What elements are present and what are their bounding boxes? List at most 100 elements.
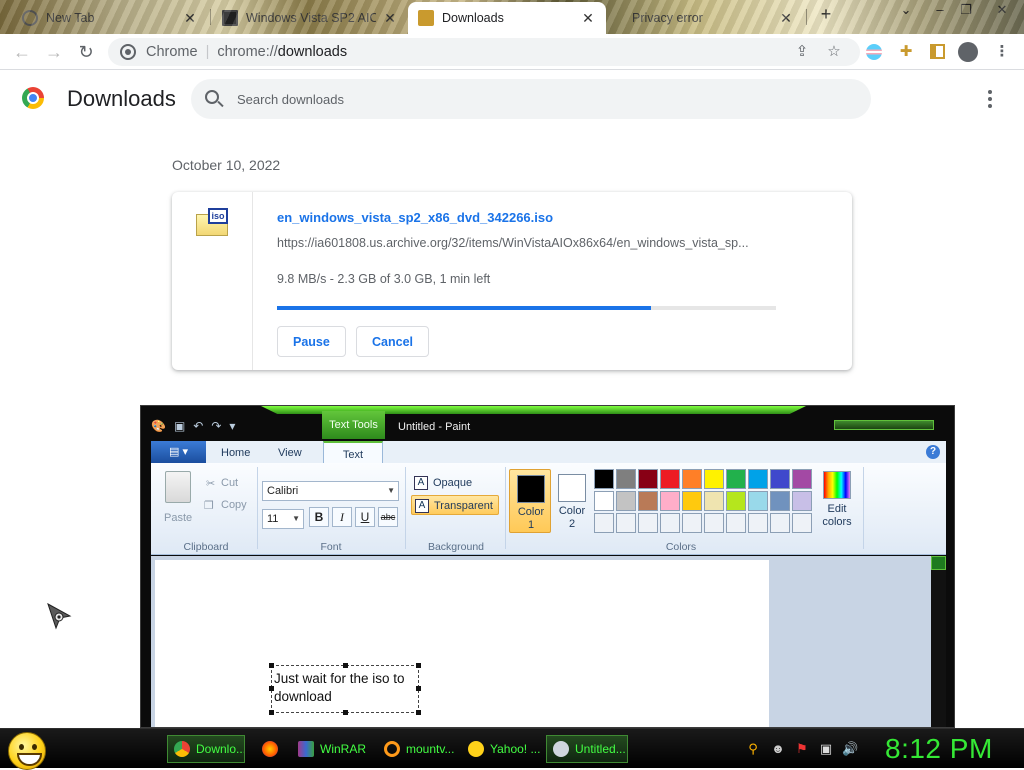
palette-swatch[interactable] — [704, 491, 724, 511]
tab-new-tab[interactable]: New Tab ✕ — [12, 2, 208, 34]
pause-button[interactable]: Pause — [277, 326, 346, 357]
taskbar-item-paint[interactable]: Untitled... — [546, 735, 628, 763]
resize-handle[interactable] — [269, 710, 274, 715]
tab-privacy-error[interactable]: Privacy error ✕ — [606, 2, 804, 34]
window-caption-buttons[interactable] — [834, 420, 934, 430]
window-close-icon[interactable]: ✕ — [990, 2, 1014, 20]
paint-window[interactable]: 🎨 ▣ ↶ ↷ ▾ Text Tools Untitled - Paint ▤ … — [140, 405, 955, 728]
cut-button[interactable]: Cut — [221, 477, 238, 489]
paint-menu-button[interactable]: ▤ ▾ — [151, 441, 206, 463]
palette-swatch[interactable] — [616, 469, 636, 489]
account-avatar-icon[interactable] — [958, 42, 978, 62]
resize-handle[interactable] — [269, 663, 274, 668]
edit-colors-button[interactable]: Edit colors — [819, 471, 855, 535]
resize-handle[interactable] — [269, 686, 274, 691]
tab-home[interactable]: Home — [211, 441, 260, 463]
browser-menu-icon[interactable]: ⋮ — [992, 42, 1012, 62]
address-bar[interactable]: Chrome | chrome:// downloads — [108, 38, 860, 66]
palette-swatch[interactable] — [638, 513, 658, 533]
qat-dropdown-icon[interactable]: ▾ — [229, 419, 235, 433]
redo-icon[interactable]: ↷ — [211, 419, 221, 433]
tab-view[interactable]: View — [268, 441, 312, 463]
vertical-scrollbar[interactable] — [931, 556, 946, 727]
palette-swatch[interactable] — [726, 491, 746, 511]
tab-downloads[interactable]: Downloads ✕ — [408, 2, 606, 34]
taskbar-item-firefox[interactable] — [256, 735, 288, 763]
bold-button[interactable]: B — [309, 507, 329, 527]
save-icon[interactable]: ▣ — [174, 419, 185, 433]
cancel-button[interactable]: Cancel — [356, 326, 429, 357]
tray-action-center-flag-icon[interactable]: ⚑ — [794, 741, 810, 757]
palette-swatch[interactable] — [638, 491, 658, 511]
palette-swatch[interactable] — [682, 469, 702, 489]
taskbar-item-winrar[interactable]: WinRAR — [292, 735, 370, 763]
close-icon[interactable]: ✕ — [182, 10, 198, 27]
palette-swatch[interactable] — [792, 491, 812, 511]
palette-swatch[interactable] — [660, 513, 680, 533]
restore-icon[interactable]: ❐ — [954, 2, 978, 20]
tray-network-icon[interactable]: ▣ — [818, 741, 834, 757]
palette-swatch[interactable] — [770, 513, 790, 533]
tab-text[interactable]: Text — [323, 441, 383, 463]
palette-swatch[interactable] — [616, 491, 636, 511]
tray-search-icon[interactable]: ⚲ — [745, 741, 761, 757]
file-source-url[interactable]: https://ia601808.us.archive.org/32/items… — [277, 236, 777, 250]
transparent-option[interactable]: A Transparent — [411, 495, 499, 515]
resize-handle[interactable] — [416, 710, 421, 715]
palette-swatch[interactable] — [748, 491, 768, 511]
more-actions-icon[interactable] — [980, 88, 1000, 110]
close-icon[interactable]: ✕ — [382, 10, 398, 27]
paste-button-label[interactable]: Paste — [164, 512, 192, 524]
resize-handle[interactable] — [343, 663, 348, 668]
extensions-puzzle-icon[interactable]: ✚ — [896, 42, 916, 62]
palette-swatch[interactable] — [660, 469, 680, 489]
strikethrough-button[interactable]: abc — [378, 507, 398, 527]
back-arrow-icon[interactable]: ← — [10, 40, 34, 64]
copy-button[interactable]: Copy — [221, 499, 247, 511]
palette-swatch[interactable] — [594, 491, 614, 511]
palette-swatch[interactable] — [748, 469, 768, 489]
help-icon[interactable]: ? — [926, 445, 940, 459]
canvas-text-box[interactable]: Just wait for the iso to download — [269, 663, 421, 715]
taskbar-item-yahoo[interactable]: Yahoo! ... — [462, 735, 542, 763]
tab-vista-aio[interactable]: Windows Vista SP2 AIO ✕ — [212, 2, 408, 34]
close-icon[interactable]: ✕ — [778, 10, 794, 27]
tray-messenger-icon[interactable]: ☻ — [770, 741, 786, 757]
color1-button[interactable]: Color 1 — [509, 469, 551, 533]
palette-swatch[interactable] — [770, 491, 790, 511]
bookmark-star-icon[interactable]: ☆ — [824, 42, 844, 62]
palette-swatch[interactable] — [704, 469, 724, 489]
paste-icon[interactable] — [165, 471, 191, 503]
taskbar-item-mountvol[interactable]: mountv... — [378, 735, 456, 763]
scrollbar-thumb[interactable] — [931, 556, 946, 570]
resize-handle[interactable] — [416, 663, 421, 668]
palette-swatch[interactable] — [726, 469, 746, 489]
palette-swatch[interactable] — [704, 513, 724, 533]
undo-icon[interactable]: ↶ — [193, 419, 203, 433]
profile-flag-icon[interactable] — [864, 42, 884, 62]
palette-swatch[interactable] — [638, 469, 658, 489]
palette-swatch[interactable] — [616, 513, 636, 533]
share-icon[interactable]: ⇪ — [792, 42, 812, 62]
opaque-option[interactable]: A Opaque — [411, 473, 489, 493]
forward-arrow-icon[interactable]: → — [42, 40, 66, 64]
palette-swatch[interactable] — [726, 513, 746, 533]
font-size-select[interactable]: 11 ▼ — [262, 509, 304, 529]
palette-swatch[interactable] — [792, 513, 812, 533]
palette-swatch[interactable] — [682, 513, 702, 533]
palette-swatch[interactable] — [770, 469, 790, 489]
drawing-canvas[interactable]: Just wait for the iso to download — [155, 560, 769, 727]
color2-button[interactable]: Color 2 — [551, 469, 593, 533]
minimize-icon[interactable]: – — [928, 2, 952, 20]
start-button-smiley-icon[interactable] — [8, 732, 46, 770]
reload-icon[interactable]: ↻ — [74, 40, 98, 64]
palette-swatch[interactable] — [682, 491, 702, 511]
taskbar-clock[interactable]: 8:12 PM — [885, 733, 993, 765]
side-panel-icon[interactable] — [928, 42, 948, 62]
palette-swatch[interactable] — [594, 513, 614, 533]
close-icon[interactable]: ✕ — [580, 10, 596, 27]
search-box[interactable] — [191, 79, 871, 119]
palette-swatch[interactable] — [594, 469, 614, 489]
underline-button[interactable]: U — [355, 507, 375, 527]
file-name-link[interactable]: en_windows_vista_sp2_x86_dvd_342266.iso — [277, 210, 553, 225]
